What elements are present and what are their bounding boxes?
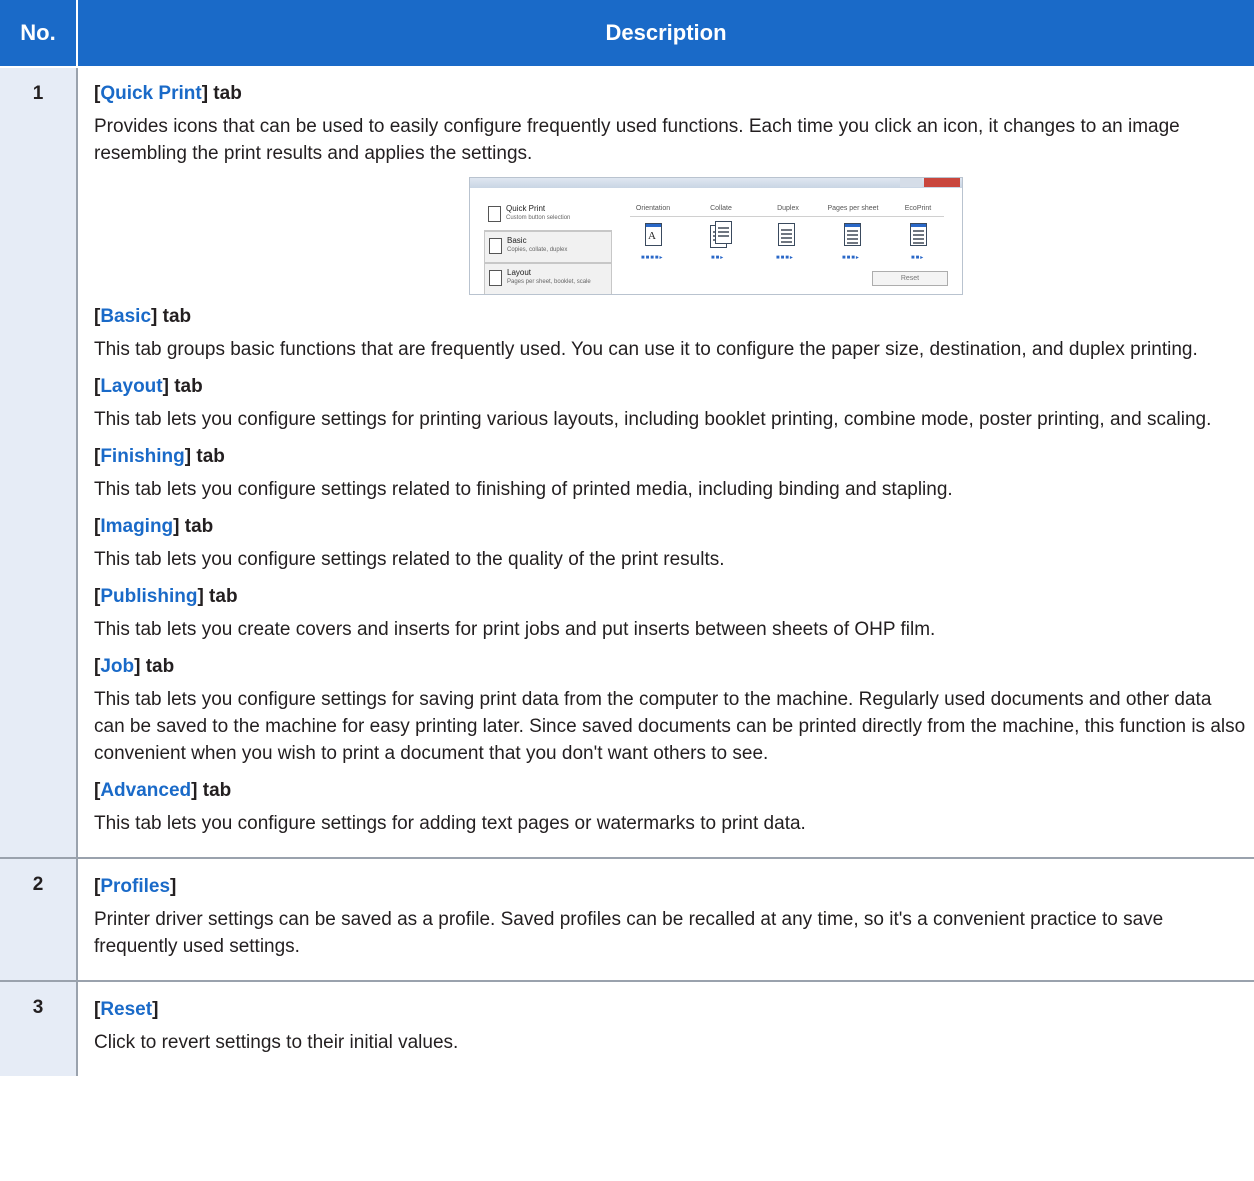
item-heading: [Imaging] tab xyxy=(94,516,214,537)
item-link[interactable]: Job xyxy=(100,656,134,677)
item-text: Click to revert settings to their initia… xyxy=(94,1032,459,1053)
row-number: 2 xyxy=(0,858,78,982)
table-row: 1 [Quick Print] tab Provides icons that … xyxy=(0,67,1254,859)
item-text: This tab lets you configure settings rel… xyxy=(94,549,725,570)
minimize-icon xyxy=(900,178,922,187)
printer-icon xyxy=(488,206,501,222)
item-text: This tab groups basic functions that are… xyxy=(94,339,1198,360)
column-ecoprint: EcoPrint xyxy=(904,205,932,212)
selector-dots: ■■■▸ xyxy=(776,255,794,261)
layout-icon xyxy=(489,270,502,286)
column-duplex: Duplex xyxy=(777,205,799,212)
header-description: Description xyxy=(76,0,1254,68)
column-pages-per-sheet: Pages per sheet xyxy=(827,205,879,212)
selector-dots: ■■▸ xyxy=(911,255,925,261)
item-text: This tab lets you configure settings for… xyxy=(94,689,1246,764)
item-text: This tab lets you create covers and inse… xyxy=(94,619,936,640)
column-collate: Collate xyxy=(710,205,732,212)
item-text: This tab lets you configure settings for… xyxy=(94,813,806,834)
table-header-row: No. Description xyxy=(0,0,1254,68)
close-icon xyxy=(924,178,960,187)
item-link[interactable]: Layout xyxy=(100,376,162,397)
item-text: Printer driver settings can be saved as … xyxy=(94,909,1164,957)
item-link[interactable]: Profiles xyxy=(100,876,170,897)
orientation-icon: A xyxy=(645,223,662,246)
row-number: 1 xyxy=(0,67,78,859)
tab-basic: Basic Copies, collate, duplex xyxy=(484,231,612,263)
table-row: 3 [Reset] Click to revert settings to th… xyxy=(0,981,1254,1076)
item-heading: [Finishing] tab xyxy=(94,446,225,467)
tab-layout: Layout Pages per sheet, booklet, scale xyxy=(484,263,612,294)
item-link[interactable]: Reset xyxy=(100,999,152,1020)
item-heading: [Basic] tab xyxy=(94,306,192,327)
item-text: Provides icons that can be used to easil… xyxy=(94,116,1180,164)
item-link[interactable]: Publishing xyxy=(100,586,197,607)
row-description: [Profiles] Printer driver settings can b… xyxy=(77,858,1254,982)
collate-back-page-icon xyxy=(715,221,732,244)
window-titlebar xyxy=(470,178,962,188)
item-link[interactable]: Finishing xyxy=(100,446,184,467)
item-link[interactable]: Quick Print xyxy=(100,83,201,104)
document-icon xyxy=(489,238,502,254)
header-no: No. xyxy=(0,0,78,68)
row-number: 3 xyxy=(0,981,78,1076)
selector-dots: ■■■▸ xyxy=(842,255,860,261)
selector-dots: ■■■■▸ xyxy=(641,255,664,261)
tab-sidebar: Quick Print Custom button selection Basi… xyxy=(484,200,612,294)
item-heading: [Publishing] tab xyxy=(94,586,238,607)
item-heading: [Advanced] tab xyxy=(94,780,232,801)
selector-dots: ■■▸ xyxy=(711,255,725,261)
tab-title: Basic xyxy=(507,236,527,245)
tab-title: Layout xyxy=(507,268,532,277)
tab-title: Quick Print xyxy=(506,204,546,213)
tab-subtitle: Copies, collate, duplex xyxy=(507,247,568,253)
item-link[interactable]: Imaging xyxy=(100,516,173,537)
row-description: [Quick Print] tab Provides icons that ca… xyxy=(77,67,1254,859)
item-heading: [Quick Print] tab xyxy=(94,83,242,104)
column-divider xyxy=(630,216,944,217)
table-row: 2 [Profiles] Printer driver settings can… xyxy=(0,858,1254,982)
duplex-icon xyxy=(778,223,795,246)
item-heading: [Reset] xyxy=(94,999,159,1020)
item-link[interactable]: Basic xyxy=(100,306,151,327)
tab-subtitle: Pages per sheet, booklet, scale xyxy=(507,279,591,285)
tab-subtitle: Custom button selection xyxy=(506,215,571,221)
item-text: This tab lets you configure settings for… xyxy=(94,409,1212,430)
tab-quick-print: Quick Print Custom button selection xyxy=(484,200,612,231)
settings-table: No. Description 1 [Quick Print] tab Prov… xyxy=(0,0,1254,1076)
item-text: This tab lets you configure settings rel… xyxy=(94,479,953,500)
quick-print-screenshot: Quick Print Custom button selection Basi… xyxy=(469,177,963,295)
item-heading: [Profiles] xyxy=(94,876,177,897)
column-orientation: Orientation xyxy=(635,205,671,212)
reset-button: Reset xyxy=(872,271,948,286)
ecoprint-icon xyxy=(910,223,927,246)
row-description: [Reset] Click to revert settings to thei… xyxy=(77,981,1254,1076)
item-heading: [Job] tab xyxy=(94,656,175,677)
pages-per-sheet-icon xyxy=(844,223,861,246)
item-link[interactable]: Advanced xyxy=(100,780,191,801)
item-heading: [Layout] tab xyxy=(94,376,203,397)
